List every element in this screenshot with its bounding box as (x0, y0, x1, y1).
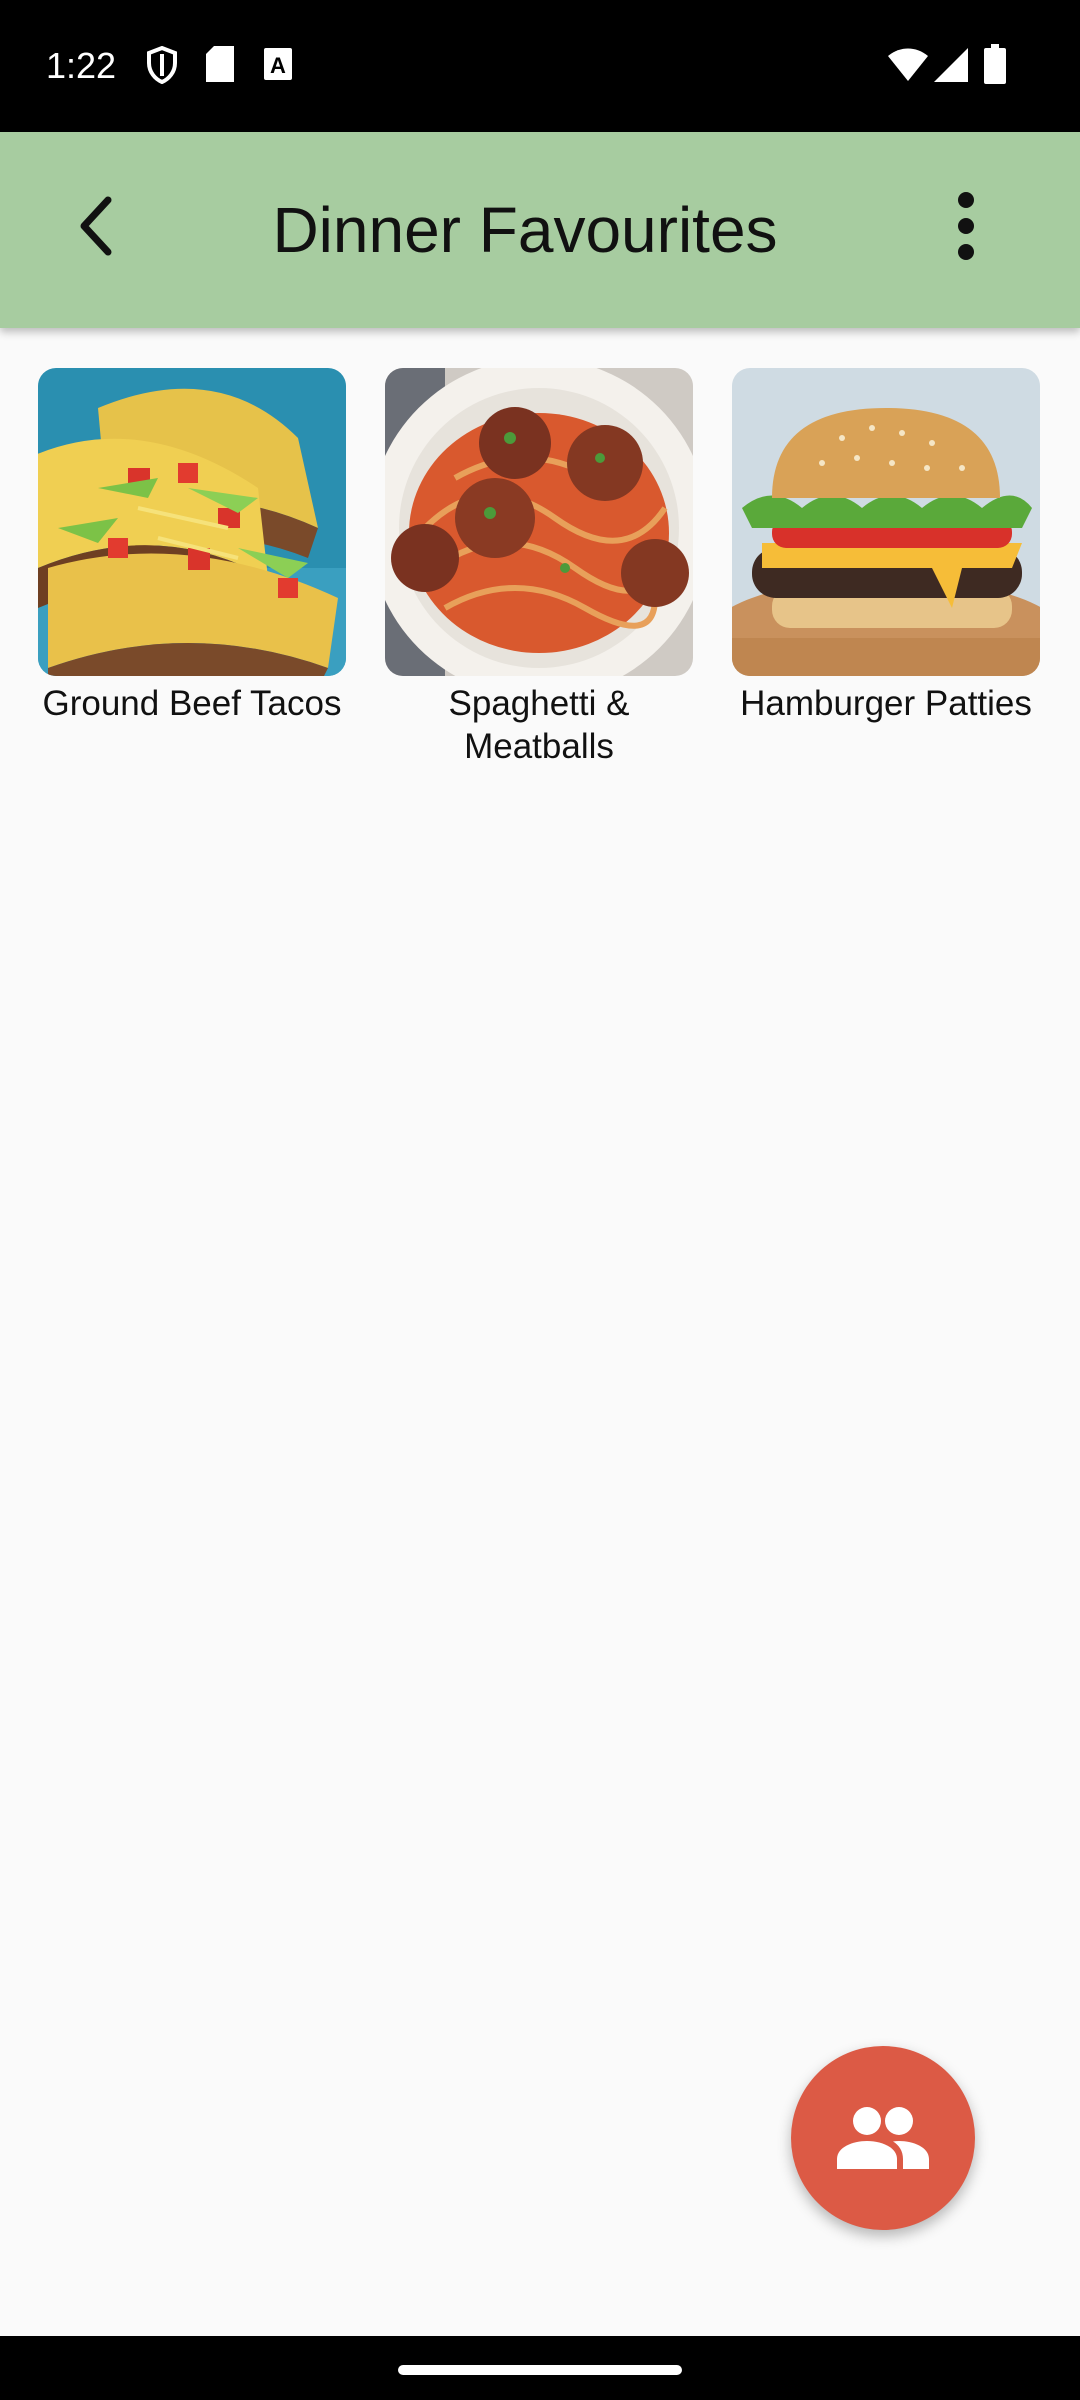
status-bar: 1:22 A (0, 0, 1080, 132)
battery-icon (984, 44, 1006, 84)
chevron-left-icon (80, 196, 112, 256)
cellular-signal-icon (934, 48, 968, 82)
recipe-title: Ground Beef Tacos (42, 684, 342, 723)
page-title: Dinner Favourites (272, 194, 778, 266)
recipe-card[interactable]: Hamburger Patties (732, 368, 1040, 725)
recipe-title: Hamburger Patties (740, 684, 1032, 723)
spaghetti-meatballs-photo (385, 368, 693, 676)
sd-card-icon (206, 46, 234, 82)
home-indicator[interactable] (398, 2365, 682, 2375)
more-options-button[interactable] (918, 178, 1014, 274)
recipe-card[interactable]: Ground Beef Tacos (38, 368, 346, 725)
more-vert-icon (958, 192, 974, 260)
recipe-card[interactable]: Spaghetti & Meatballs (385, 368, 693, 768)
recipe-title: Spaghetti & Meatballs (448, 684, 630, 766)
people-fab-button[interactable] (791, 2046, 975, 2230)
back-button[interactable] (48, 178, 144, 274)
status-time: 1:22 (46, 45, 117, 86)
hamburger-photo (732, 368, 1040, 676)
people-icon (837, 2107, 929, 2169)
keyboard-a-icon: A (264, 48, 292, 80)
shield-icon (147, 46, 177, 84)
svg-text:A: A (270, 53, 286, 78)
wifi-icon (888, 48, 928, 81)
tacos-photo (38, 368, 346, 676)
app-bar: Dinner Favourites (0, 132, 1080, 328)
